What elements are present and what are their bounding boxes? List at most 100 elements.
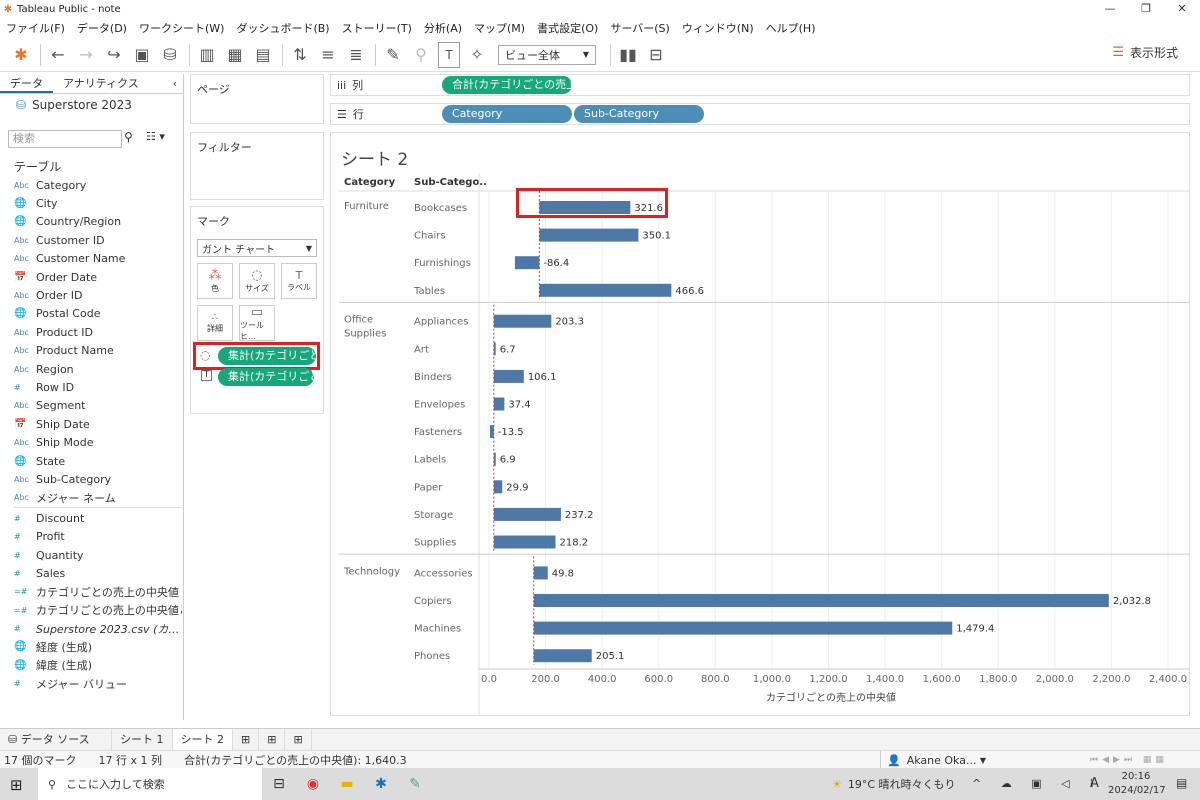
- swap-icon[interactable]: ⇅: [289, 42, 311, 68]
- datasource-item[interactable]: ⛁ Superstore 2023: [0, 94, 183, 116]
- field-item[interactable]: Abc Customer ID: [14, 231, 182, 249]
- field-search-input[interactable]: 検索: [8, 130, 122, 148]
- menu-item[interactable]: ウィンドウ(N): [682, 20, 754, 36]
- new-worksheet-icon[interactable]: ▥: [196, 42, 218, 68]
- notification-icon[interactable]: ▤: [1176, 776, 1187, 790]
- field-item[interactable]: 🌐 Country/Region: [14, 213, 182, 231]
- marks-label-pill[interactable]: 集計(カテゴリごと…: [218, 368, 314, 386]
- task-view-icon[interactable]: ⊟: [262, 776, 296, 792]
- menu-item[interactable]: ダッシュボード(B): [236, 20, 329, 36]
- field-item[interactable]: # Sales: [14, 564, 182, 582]
- tab-analytics[interactable]: アナリティクス: [53, 74, 149, 93]
- highlight-icon[interactable]: ✎: [382, 42, 404, 68]
- field-item[interactable]: 📅 Ship Date: [14, 415, 182, 433]
- tab-sheet-1[interactable]: シート 1: [112, 728, 173, 751]
- menu-item[interactable]: サーバー(S): [610, 20, 669, 36]
- color-button[interactable]: ⁂ 色: [197, 263, 233, 299]
- new-sheet-icon[interactable]: ⊞: [233, 728, 260, 751]
- pager-icon[interactable]: ⏮◀▶⏭ ▦▦: [1090, 755, 1168, 765]
- field-item[interactable]: # Quantity: [14, 546, 182, 564]
- field-item[interactable]: Abc メジャー ネーム: [14, 489, 182, 507]
- pin-icon[interactable]: ✧: [466, 42, 488, 68]
- field-item[interactable]: # Discount: [14, 509, 182, 527]
- view-fit-select[interactable]: ビュー全体 ▼: [498, 44, 596, 65]
- collapse-pane-icon[interactable]: ‹: [173, 74, 183, 93]
- menu-item[interactable]: 分析(A): [424, 20, 462, 36]
- field-item[interactable]: Abc Region: [14, 360, 182, 378]
- menu-item[interactable]: ヘルプ(H): [766, 20, 816, 36]
- field-item[interactable]: Abc Product Name: [14, 342, 182, 360]
- paint-icon[interactable]: ✎: [398, 776, 432, 792]
- field-item[interactable]: Abc Category: [14, 176, 182, 194]
- field-item[interactable]: # Row ID: [14, 378, 182, 396]
- field-item[interactable]: Abc Order ID: [14, 286, 182, 304]
- user-menu[interactable]: 👤 Akane Oka... ▼: [880, 751, 986, 769]
- show-me-button[interactable]: ☰ 表示形式: [1112, 44, 1178, 61]
- windows-start-icon[interactable]: ⊞: [10, 776, 23, 794]
- menu-item[interactable]: データ(D): [77, 20, 127, 36]
- field-item[interactable]: # Profit: [14, 527, 182, 545]
- menu-item[interactable]: ワークシート(W): [139, 20, 224, 36]
- weather-text[interactable]: 19°C 晴れ時々くもり: [848, 776, 956, 792]
- group-icon[interactable]: ⚲: [410, 42, 432, 68]
- field-item[interactable]: 🌐 経度 (生成): [14, 638, 182, 656]
- show-labels-icon[interactable]: T: [438, 41, 460, 68]
- label-button[interactable]: T ラベル: [281, 263, 317, 299]
- field-item[interactable]: 🌐 State: [14, 452, 182, 470]
- tableau-taskbar-icon[interactable]: ✱: [364, 776, 398, 792]
- sort-asc-icon[interactable]: ≡: [317, 42, 339, 68]
- detail-button[interactable]: ∴ 詳細: [197, 305, 233, 341]
- ime-indicator[interactable]: A: [1090, 776, 1099, 791]
- explorer-icon[interactable]: ▬: [330, 776, 364, 792]
- field-item[interactable]: 🌐 Postal Code: [14, 305, 182, 323]
- menu-item[interactable]: ストーリー(T): [342, 20, 412, 36]
- field-item[interactable]: Abc Customer Name: [14, 250, 182, 268]
- taskbar-search-input[interactable]: ⚲ ここに入力して検索: [38, 768, 262, 800]
- field-item[interactable]: Abc Product ID: [14, 323, 182, 341]
- field-item[interactable]: 🌐 City: [14, 194, 182, 212]
- tab-datasource[interactable]: ⛁ データ ソース: [0, 728, 112, 751]
- field-item[interactable]: =# カテゴリごとの売上の中央値: [14, 583, 182, 601]
- menu-item[interactable]: ファイル(F): [6, 20, 65, 36]
- field-item[interactable]: Abc Ship Mode: [14, 433, 182, 451]
- columns-pill[interactable]: 合計(カテゴリごとの売上…: [442, 76, 572, 94]
- chrome-icon[interactable]: ◉: [296, 776, 330, 792]
- tab-data[interactable]: データ: [0, 74, 53, 93]
- field-item[interactable]: # メジャー バリュー: [14, 675, 182, 693]
- minimize-button[interactable]: —: [1092, 0, 1128, 18]
- field-item[interactable]: # Superstore 2023.csv (カ…: [14, 619, 182, 637]
- rows-pill-subcategory[interactable]: Sub-Category: [574, 105, 704, 123]
- filters-card[interactable]: フィルター: [190, 132, 324, 200]
- show-cards-icon[interactable]: ▮▮: [617, 42, 639, 68]
- presentation-icon[interactable]: ⊟: [645, 42, 667, 68]
- save-icon[interactable]: ▣: [131, 42, 153, 68]
- sort-desc-icon[interactable]: ≣: [345, 42, 367, 68]
- close-button[interactable]: ✕: [1164, 0, 1200, 18]
- clear-sheet-icon[interactable]: ▤: [252, 42, 274, 68]
- view-options-icon[interactable]: ☷ ▾: [146, 130, 165, 143]
- maximize-button[interactable]: ❐: [1128, 0, 1164, 18]
- size-button[interactable]: ◌ サイズ: [239, 263, 275, 299]
- field-item[interactable]: Abc Sub-Category: [14, 470, 182, 488]
- field-item[interactable]: 🌐 緯度 (生成): [14, 656, 182, 674]
- new-datasource-icon[interactable]: ⛁: [159, 42, 181, 68]
- back-icon[interactable]: ←: [47, 42, 69, 68]
- redo-icon[interactable]: ↪: [103, 42, 125, 68]
- menu-item[interactable]: マップ(M): [474, 20, 525, 36]
- mark-type-select[interactable]: ガント チャート ▼: [197, 239, 317, 257]
- new-dashboard-icon[interactable]: ⊞: [259, 728, 286, 751]
- tray-icons[interactable]: ^ ☁ ▣ ◁ ⌇: [972, 777, 1102, 790]
- field-item[interactable]: =# カテゴリごとの売上の中央値と…: [14, 601, 182, 619]
- field-item[interactable]: 📅 Order Date: [14, 268, 182, 286]
- clock[interactable]: 20:16 2024/02/17: [1108, 770, 1166, 798]
- filter-icon[interactable]: ⚲: [124, 130, 133, 144]
- tooltip-button[interactable]: ▭ ツールヒ…: [239, 305, 275, 341]
- pages-card[interactable]: ページ: [190, 74, 324, 124]
- field-item[interactable]: Abc Segment: [14, 397, 182, 415]
- tableau-home-icon[interactable]: ✱: [10, 42, 32, 68]
- duplicate-sheet-icon[interactable]: ▦: [224, 42, 246, 68]
- new-story-icon[interactable]: ⊞: [285, 728, 312, 751]
- forward-icon[interactable]: →: [75, 42, 97, 68]
- menu-item[interactable]: 書式設定(O): [537, 20, 598, 36]
- rows-pill-category[interactable]: Category: [442, 105, 572, 123]
